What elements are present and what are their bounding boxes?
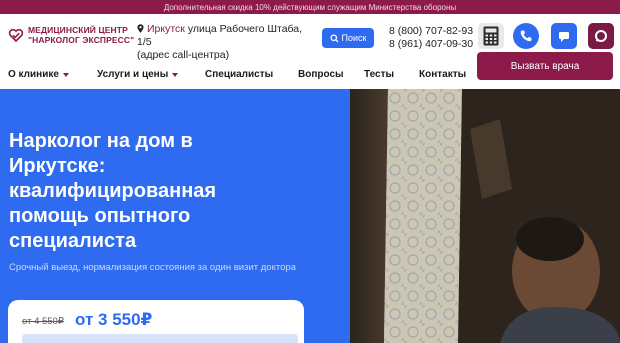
nav-item-contacts[interactable]: Контакты xyxy=(419,69,466,80)
nav-item-about[interactable]: О клинике xyxy=(8,69,69,80)
calculator-button[interactable] xyxy=(478,23,504,49)
nav-item-label: Услуги и цены xyxy=(97,69,169,80)
main-navigation: О клинике Услуги и цены Специалисты Вопр… xyxy=(0,62,475,88)
phone-icon xyxy=(520,30,532,42)
promo-text: Дополнительная скидка 10% действующим сл… xyxy=(163,2,457,12)
phone-numbers: 8 (800) 707-82-93 8 (961) 407-09-30 xyxy=(389,25,473,51)
location-pin-icon xyxy=(137,24,144,33)
address-block: Иркутск улица Рабочего Штаба, 1/5 (адрес… xyxy=(137,23,307,62)
logo-text: МЕДИЦИНСКИЙ ЦЕНТР "НАРКОЛОГ ЭКСПРЕСС" xyxy=(28,25,134,45)
phone-number-1[interactable]: 8 (800) 707-82-93 xyxy=(389,25,473,38)
hero-subtitle: Срочный выезд, нормализация состояния за… xyxy=(9,262,296,273)
max-messenger-icon xyxy=(595,30,607,42)
nav-item-label: О клинике xyxy=(8,69,59,80)
search-button-label: Поиск xyxy=(341,33,367,43)
logo[interactable]: МЕДИЦИНСКИЙ ЦЕНТР "НАРКОЛОГ ЭКСПРЕСС" xyxy=(8,25,134,45)
old-price: от 4 550₽ xyxy=(22,316,64,327)
nav-item-label: Контакты xyxy=(419,69,467,80)
logo-line2: "НАРКОЛОГ ЭКСПРЕСС" xyxy=(28,35,135,45)
new-price: от 3 550₽ xyxy=(75,310,153,329)
hero-photo xyxy=(350,89,620,343)
chevron-down-icon xyxy=(62,72,69,77)
nav-item-tests[interactable]: Тесты xyxy=(364,69,394,80)
address-note: (адрес call-центра) xyxy=(137,49,230,61)
search-icon xyxy=(329,33,339,43)
nav-item-services[interactable]: Услуги и цены xyxy=(97,69,179,80)
chat-button[interactable] xyxy=(551,23,577,49)
nav-item-label: Тесты xyxy=(364,69,395,80)
nav-item-label: Вопросы xyxy=(298,69,344,80)
price-card: от 4 550₽ от 3 550₽ xyxy=(8,300,304,343)
address-city[interactable]: Иркутск xyxy=(147,23,185,35)
hero-title: Нарколог на дом в Иркутске: квалифициров… xyxy=(9,130,217,252)
hero-section: Нарколог на дом в Иркутске: квалифициров… xyxy=(0,89,620,343)
calculator-icon xyxy=(483,26,499,46)
chat-icon xyxy=(559,32,569,42)
promo-banner: Дополнительная скидка 10% действующим сл… xyxy=(0,0,620,14)
logo-heart-check-icon xyxy=(8,28,24,43)
nav-item-label: Специалисты xyxy=(205,69,274,80)
logo-line1: МЕДИЦИНСКИЙ ЦЕНТР xyxy=(28,25,128,35)
phone-call-button[interactable] xyxy=(513,23,539,49)
address-building: 1/5 xyxy=(137,36,152,48)
call-doctor-button[interactable]: Вызвать врача xyxy=(477,52,613,80)
nav-item-questions[interactable]: Вопросы xyxy=(298,69,344,80)
max-messenger-button[interactable] xyxy=(588,23,614,49)
call-doctor-label: Вызвать врача xyxy=(510,60,580,72)
address-street: улица Рабочего Штаба, xyxy=(187,23,303,35)
nav-item-specialists[interactable]: Специалисты xyxy=(205,69,273,80)
phone-number-2[interactable]: 8 (961) 407-09-30 xyxy=(389,38,473,51)
price-card-action-area[interactable] xyxy=(22,334,298,343)
chevron-down-icon xyxy=(172,72,179,77)
search-button[interactable]: Поиск xyxy=(322,28,374,48)
